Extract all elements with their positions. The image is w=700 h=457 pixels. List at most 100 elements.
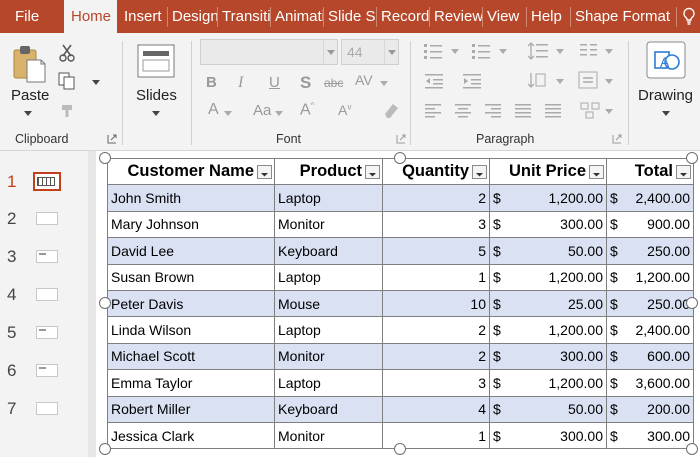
thumbnail-scrollbar[interactable] <box>88 151 96 457</box>
column-header-unit-price[interactable]: Unit Price <box>489 157 607 186</box>
cell-quantity[interactable]: 2 <box>382 184 490 212</box>
numbering-icon[interactable] <box>472 43 490 59</box>
smartart-convert-icon[interactable] <box>580 101 600 119</box>
filter-dropdown-icon[interactable] <box>676 165 691 179</box>
columns-icon[interactable] <box>580 43 598 59</box>
resize-handle-bottom[interactable] <box>394 443 406 455</box>
cell-product[interactable]: Monitor <box>274 342 383 371</box>
decrease-indent-icon[interactable] <box>425 73 443 89</box>
font-launcher-icon[interactable] <box>396 134 406 144</box>
cell-total[interactable]: $250.00 <box>606 289 694 318</box>
slide-canvas[interactable]: Customer Name Product Quantity Unit Pric… <box>96 151 700 457</box>
character-spacing-icon[interactable]: AV <box>355 73 373 87</box>
cell-quantity[interactable]: 4 <box>382 395 490 423</box>
cell-customer-name[interactable]: Robert Miller <box>107 395 275 423</box>
slide-thumbnail[interactable] <box>33 172 61 191</box>
shapes-icon[interactable]: A <box>646 41 686 79</box>
clear-formatting-icon[interactable] <box>381 102 399 118</box>
cell-quantity[interactable]: 3 <box>382 210 490 239</box>
cell-total[interactable]: $600.00 <box>606 342 694 371</box>
tab-help[interactable]: Help <box>526 0 570 33</box>
font-size-combobox[interactable]: 44 <box>341 39 399 65</box>
cell-product[interactable]: Laptop <box>274 369 383 397</box>
align-center-icon[interactable] <box>455 104 471 118</box>
chevron-down-icon[interactable] <box>605 79 613 84</box>
tab-shape-format[interactable]: Shape Format <box>570 0 676 33</box>
format-painter-icon[interactable] <box>60 103 76 119</box>
filter-dropdown-icon[interactable] <box>257 165 272 179</box>
cell-product[interactable]: Laptop <box>274 263 383 291</box>
italic-icon[interactable]: I <box>238 75 243 91</box>
data-table[interactable]: Customer Name Product Quantity Unit Pric… <box>107 157 694 450</box>
table-row[interactable]: David Lee Keyboard 5 $50.00 $250.00 <box>107 237 694 265</box>
line-spacing-icon[interactable] <box>528 42 548 60</box>
cell-customer-name[interactable]: Jessica Clark <box>107 421 275 450</box>
cell-unit-price[interactable]: $1,200.00 <box>489 316 607 344</box>
cell-quantity[interactable]: 10 <box>382 289 490 318</box>
cell-unit-price[interactable]: $50.00 <box>489 395 607 423</box>
cell-total[interactable]: $300.00 <box>606 421 694 450</box>
drawing-dropdown-icon[interactable] <box>662 111 670 116</box>
slide-thumbnail[interactable] <box>36 250 58 263</box>
resize-handle-left[interactable] <box>99 297 111 309</box>
cell-total[interactable]: $2,400.00 <box>606 316 694 344</box>
font-name-combobox[interactable] <box>200 39 338 65</box>
resize-handle-right[interactable] <box>686 297 698 309</box>
copy-dropdown-icon[interactable] <box>92 80 100 85</box>
chevron-down-icon[interactable] <box>275 111 283 116</box>
copy-icon[interactable] <box>58 72 76 90</box>
bold-icon[interactable]: B <box>206 75 217 90</box>
cut-icon[interactable] <box>59 44 75 62</box>
align-text-icon[interactable] <box>578 71 598 89</box>
underline-icon[interactable]: U <box>269 75 280 90</box>
cell-quantity[interactable]: 5 <box>382 237 490 265</box>
decrease-font-size-icon[interactable]: Av <box>338 103 351 117</box>
paste-label[interactable]: Paste <box>11 87 49 104</box>
cell-customer-name[interactable]: Peter Davis <box>107 289 275 318</box>
cell-unit-price[interactable]: $300.00 <box>489 421 607 450</box>
table-row[interactable]: Michael Scott Monitor 2 $300.00 $600.00 <box>107 342 694 371</box>
cell-customer-name[interactable]: David Lee <box>107 237 275 265</box>
tab-transitions[interactable]: Transitions <box>217 0 270 33</box>
cell-unit-price[interactable]: $1,200.00 <box>489 184 607 212</box>
cell-customer-name[interactable]: Linda Wilson <box>107 316 275 344</box>
chevron-down-icon[interactable] <box>556 49 564 54</box>
chevron-down-icon[interactable] <box>224 111 232 116</box>
cell-quantity[interactable]: 3 <box>382 369 490 397</box>
cell-product[interactable]: Mouse <box>274 289 383 318</box>
table-row[interactable]: Linda Wilson Laptop 2 $1,200.00 $2,400.00 <box>107 316 694 344</box>
cell-product[interactable]: Monitor <box>274 210 383 239</box>
increase-indent-icon[interactable] <box>463 73 481 89</box>
slide-thumbnail[interactable] <box>36 326 58 339</box>
table-row[interactable]: Mary Johnson Monitor 3 $300.00 $900.00 <box>107 210 694 239</box>
new-slide-icon[interactable] <box>137 44 175 78</box>
cell-total[interactable]: $250.00 <box>606 237 694 265</box>
table-row[interactable]: Robert Miller Keyboard 4 $50.00 $200.00 <box>107 395 694 423</box>
table-row[interactable]: Susan Brown Laptop 1 $1,200.00 $1,200.00 <box>107 263 694 291</box>
cell-unit-price[interactable]: $300.00 <box>489 210 607 239</box>
clipboard-launcher-icon[interactable] <box>107 134 117 144</box>
resize-handle-top-right[interactable] <box>686 152 698 164</box>
cell-product[interactable]: Monitor <box>274 421 383 450</box>
text-direction-icon[interactable] <box>528 71 546 89</box>
chevron-down-icon[interactable] <box>605 49 613 54</box>
tab-record[interactable]: Record <box>376 0 429 33</box>
cell-total[interactable]: $1,200.00 <box>606 263 694 291</box>
slides-dropdown-icon[interactable] <box>152 111 160 116</box>
cell-customer-name[interactable]: John Smith <box>107 184 275 212</box>
cell-product[interactable]: Keyboard <box>274 237 383 265</box>
bullets-icon[interactable] <box>424 43 442 59</box>
table-row[interactable]: John Smith Laptop 2 $1,200.00 $2,400.00 <box>107 184 694 212</box>
cell-total[interactable]: $3,600.00 <box>606 369 694 397</box>
justify-icon[interactable] <box>515 104 531 118</box>
column-header-customer-name[interactable]: Customer Name <box>107 157 275 186</box>
tab-insert[interactable]: Insert <box>119 0 167 33</box>
cell-customer-name[interactable]: Michael Scott <box>107 342 275 371</box>
cell-product[interactable]: Keyboard <box>274 395 383 423</box>
slide-thumbnail[interactable] <box>36 364 58 377</box>
resize-handle-bottom-left[interactable] <box>99 443 111 455</box>
cell-product[interactable]: Laptop <box>274 316 383 344</box>
strikethrough-icon[interactable]: abc <box>324 77 343 89</box>
tab-home[interactable]: Home <box>64 0 117 33</box>
cell-customer-name[interactable]: Emma Taylor <box>107 369 275 397</box>
